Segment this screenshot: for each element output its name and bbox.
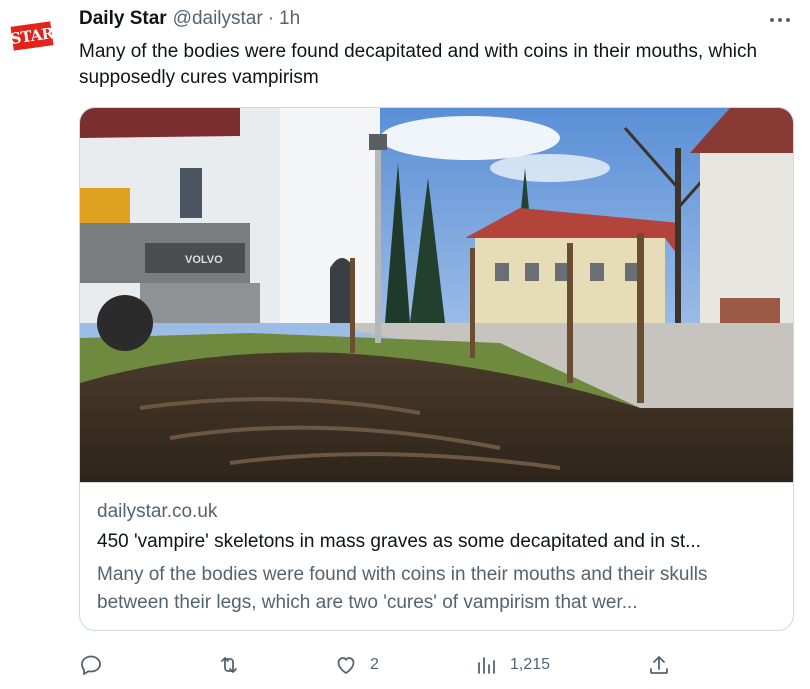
retweet-button[interactable] [217, 650, 253, 680]
tweet-header: Daily Star @dailystar · 1h [79, 8, 300, 30]
share-button[interactable] [647, 650, 671, 680]
reply-button[interactable] [79, 650, 115, 680]
logo-text: STAR [9, 24, 55, 48]
separator-dot: · [267, 8, 275, 29]
like-icon [337, 657, 355, 674]
like-count: 2 [370, 656, 379, 673]
more-icon [770, 18, 790, 22]
avatar[interactable]: STAR [9, 14, 55, 58]
excavator-brand: VOLVO [185, 254, 223, 266]
card-meta[interactable]: dailystar.co.uk 450 'vampire' skeletons … [80, 482, 793, 630]
views-button[interactable]: 1,215 [474, 650, 550, 680]
like-button[interactable]: 2 [334, 650, 379, 680]
daily-star-logo: STAR [9, 21, 55, 51]
link-card[interactable]: VOLVO dailystar.co.uk 450 'vampire' skel… [79, 107, 794, 631]
more-options-button[interactable] [764, 8, 796, 32]
tweet-text: Many of the bodies were found decapitate… [79, 41, 758, 88]
action-bar: 2 1,215 [79, 650, 679, 680]
timestamp[interactable]: 1h [279, 8, 300, 30]
author-name[interactable]: Daily Star [79, 8, 167, 30]
card-title[interactable]: 450 'vampire' skeletons in mass graves a… [97, 531, 787, 553]
card-domain[interactable]: dailystar.co.uk [97, 501, 217, 523]
reply-icon [81, 655, 101, 675]
author-handle[interactable]: @dailystar [173, 8, 263, 30]
views-icon [478, 657, 495, 674]
share-icon [650, 656, 668, 674]
views-count: 1,215 [510, 656, 551, 673]
article-image: VOLVO [80, 108, 793, 482]
retweet-icon [221, 657, 237, 673]
card-description: Many of the bodies were found with coins… [97, 564, 708, 613]
